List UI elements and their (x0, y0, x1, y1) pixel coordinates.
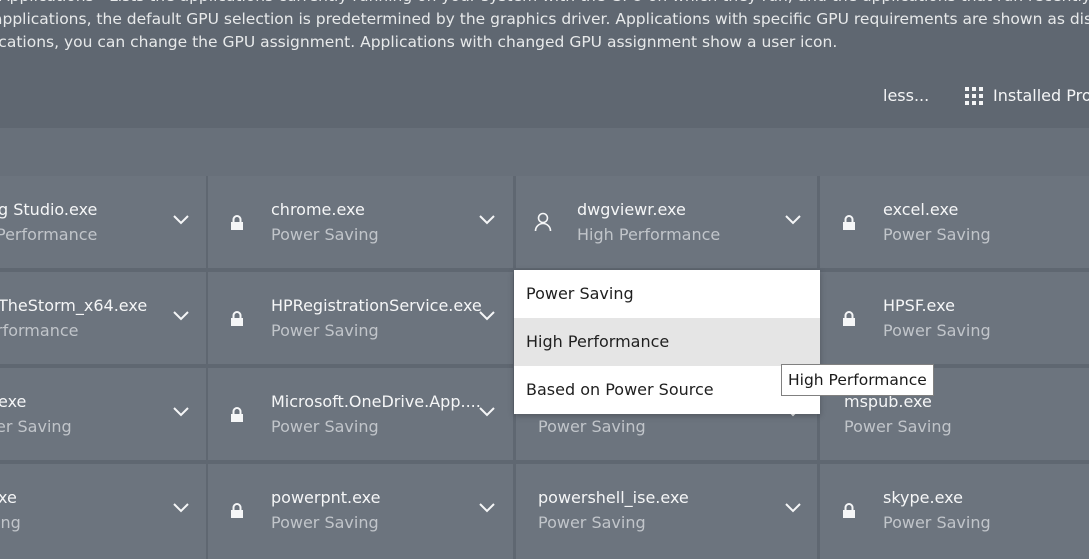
chevron-down-icon[interactable] (478, 406, 496, 418)
section-header-band (0, 128, 1089, 176)
app-name: g Studio.exe (0, 200, 98, 219)
app-gpu-mode: Power Saving (883, 321, 991, 340)
app-name: powershell_ise.exe (538, 488, 689, 507)
app-name: dwgviewr.exe (577, 200, 686, 219)
menu-item-high-performance[interactable]: High Performance (514, 318, 820, 366)
less-link[interactable]: less... (883, 86, 929, 105)
app-gpu-mode: rformance (0, 321, 79, 340)
app-gpu-mode: High Performance (577, 225, 721, 244)
chevron-down-icon[interactable] (172, 406, 190, 418)
app-name: TheStorm_x64.exe (0, 296, 148, 315)
installed-profiles-button[interactable]: Installed Profiles (965, 86, 1089, 105)
app-gpu-mode: Performance (0, 225, 98, 244)
app-gpu-mode: Power Saving (883, 225, 991, 244)
lock-icon (843, 503, 855, 518)
installed-profiles-label: Installed Profiles (993, 86, 1089, 105)
app-tile[interactable]: powerpnt.exe Power Saving (208, 464, 513, 559)
app-gpu-mode: Power Saving (538, 417, 646, 436)
app-tile[interactable]: g Studio.exe Performance (0, 176, 206, 268)
app-tile[interactable]: powershell_ise.exe Power Saving (516, 464, 817, 559)
app-gpu-mode: Power Saving (271, 225, 379, 244)
grid-icon (965, 86, 983, 105)
app-name: skype.exe (883, 488, 963, 507)
app-tile[interactable]: skype.exe Power Saving (820, 464, 1089, 559)
app-gpu-mode: ing (0, 513, 21, 532)
app-tile[interactable]: excel.exe Power Saving (820, 176, 1089, 268)
app-tile[interactable]: xe ing (0, 464, 206, 559)
app-name: xe (0, 488, 17, 507)
app-name: chrome.exe (271, 200, 365, 219)
chevron-down-icon[interactable] (172, 310, 190, 322)
app-gpu-mode: Power Saving (271, 321, 379, 340)
chevron-down-icon[interactable] (478, 502, 496, 514)
description-line-3: ications, you can change the GPU assignm… (0, 33, 838, 51)
app-name: HPRegistrationService.exe (271, 296, 482, 315)
description-line-1: Applications - Lists the applications cu… (0, 0, 1089, 8)
chevron-down-icon[interactable] (172, 214, 190, 226)
lock-icon (231, 407, 243, 422)
chevron-down-icon[interactable] (478, 310, 496, 322)
app-tile[interactable]: exe er Saving (0, 368, 206, 460)
lock-icon (843, 311, 855, 326)
app-tile[interactable]: TheStorm_x64.exe rformance (0, 272, 206, 364)
app-gpu-mode: Power Saving (883, 513, 991, 532)
app-name: Microsoft.OneDrive.App.... (271, 392, 481, 411)
app-tile[interactable]: HPRegistrationService.exe Power Saving (208, 272, 513, 364)
tooltip: High Performance (781, 364, 934, 396)
user-icon (534, 212, 552, 232)
menu-item-based-on-power-source[interactable]: Based on Power Source (514, 366, 820, 414)
app-gpu-mode: Power Saving (844, 417, 952, 436)
app-gpu-mode: Power Saving (538, 513, 646, 532)
app-tile[interactable]: Microsoft.OneDrive.App.... Power Saving (208, 368, 513, 460)
chevron-down-icon[interactable] (172, 502, 190, 514)
lock-icon (231, 215, 243, 230)
lock-icon (231, 311, 243, 326)
app-name: exe (0, 392, 27, 411)
description-text: Applications - Lists the applications cu… (0, 0, 1089, 58)
app-name: excel.exe (883, 200, 959, 219)
app-gpu-mode: er Saving (0, 417, 72, 436)
description-line-2: applications, the default GPU selection … (0, 10, 1089, 28)
app-gpu-mode: Power Saving (271, 513, 379, 532)
lock-icon (231, 503, 243, 518)
menu-item-power-saving[interactable]: Power Saving (514, 270, 820, 318)
app-gpu-mode: Power Saving (271, 417, 379, 436)
app-name: HPSF.exe (883, 296, 955, 315)
chevron-down-icon[interactable] (784, 214, 802, 226)
chevron-down-icon[interactable] (478, 214, 496, 226)
app-name: powerpnt.exe (271, 488, 381, 507)
lock-icon (843, 215, 855, 230)
gpu-mode-dropdown-menu: Power Saving High Performance Based on P… (514, 270, 820, 414)
chevron-down-icon[interactable] (784, 502, 802, 514)
app-tile[interactable]: chrome.exe Power Saving (208, 176, 513, 268)
app-tile[interactable]: dwgviewr.exe High Performance (516, 176, 817, 268)
app-tile[interactable]: HPSF.exe Power Saving (820, 272, 1089, 364)
